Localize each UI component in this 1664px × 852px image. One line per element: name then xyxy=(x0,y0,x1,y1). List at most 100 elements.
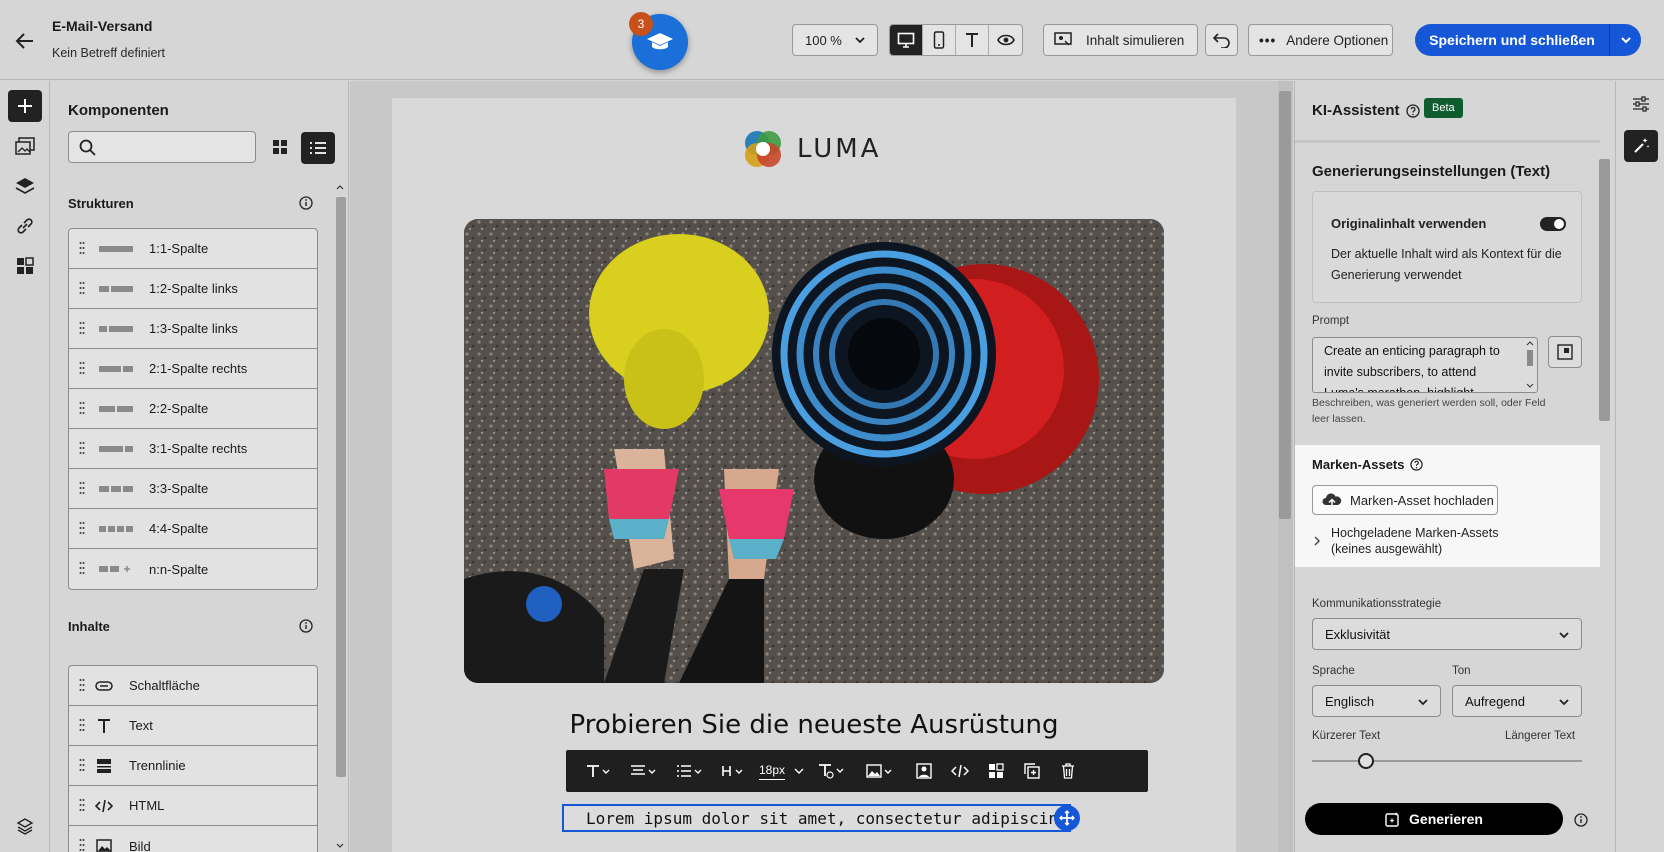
text-length-slider[interactable] xyxy=(1312,760,1582,762)
insert-image-button[interactable] xyxy=(856,750,906,792)
content-item-text[interactable]: Text xyxy=(69,706,317,746)
structure-item[interactable]: 3:1-Spalte rechts xyxy=(69,429,317,469)
prompt-scrollbar[interactable] xyxy=(1525,340,1535,390)
duplicate-button[interactable] xyxy=(1014,750,1050,792)
heading-button[interactable] xyxy=(714,750,754,792)
links-button[interactable] xyxy=(8,210,42,242)
zoom-select[interactable]: 100 % xyxy=(792,24,878,56)
save-close-button[interactable]: Speichern und schließen xyxy=(1415,24,1641,56)
assets-button[interactable] xyxy=(8,130,42,162)
list-format-button[interactable] xyxy=(668,750,714,792)
content-item-button[interactable]: Schaltfläche xyxy=(69,666,317,706)
canvas-scrollbar-thumb[interactable] xyxy=(1279,91,1291,519)
structure-label: 2:2-Spalte xyxy=(149,401,209,416)
text-view-button[interactable] xyxy=(956,25,989,55)
divider xyxy=(1295,140,1600,143)
drag-handle-icon[interactable] xyxy=(79,798,85,812)
back-arrow-icon[interactable] xyxy=(12,28,38,54)
font-size-select[interactable]: 18px xyxy=(754,750,810,792)
layers-button[interactable] xyxy=(8,170,42,202)
save-options-caret[interactable] xyxy=(1609,24,1641,56)
desktop-view-button[interactable] xyxy=(890,25,923,55)
drag-handle-icon[interactable] xyxy=(79,678,85,692)
structure-item[interactable]: 1:1-Spalte xyxy=(69,229,317,269)
fragment-button[interactable] xyxy=(978,750,1014,792)
structure-label: n:n-Spalte xyxy=(149,561,209,577)
drag-handle-icon[interactable] xyxy=(79,401,85,415)
column-3-1-icon xyxy=(99,446,133,452)
prompt-library-button[interactable] xyxy=(1548,336,1582,368)
drag-handle-icon[interactable] xyxy=(79,758,85,772)
info-icon[interactable] xyxy=(299,196,313,210)
save-close-label[interactable]: Speichern und schließen xyxy=(1415,24,1609,56)
content-item-html[interactable]: HTML xyxy=(69,786,317,826)
text-color-button[interactable] xyxy=(810,750,856,792)
contents-title: Inhalte xyxy=(68,619,110,634)
language-dropdown[interactable]: Englisch xyxy=(1312,685,1441,717)
drag-handle-icon[interactable] xyxy=(79,441,85,455)
help-icon[interactable] xyxy=(1405,103,1420,118)
ai-title-text: KI-Assistent xyxy=(1312,102,1400,119)
drag-handle-icon[interactable] xyxy=(79,561,85,575)
add-block-handle[interactable] xyxy=(1054,805,1080,831)
selected-text-block[interactable]: Lorem ipsum dolor sit amet, consectetur … xyxy=(562,804,1071,832)
drag-handle-icon[interactable] xyxy=(79,521,85,535)
drag-handle-icon[interactable] xyxy=(79,281,85,295)
uploaded-brand-assets[interactable]: Hochgeladene Marken-Assets (keines ausge… xyxy=(1312,525,1498,557)
content-item-image[interactable]: Bild xyxy=(69,826,317,852)
grid-view-toggle[interactable] xyxy=(265,132,295,162)
settings-button[interactable] xyxy=(1624,88,1658,120)
upload-brand-asset-button[interactable]: Marken-Asset hochladen xyxy=(1312,485,1498,515)
longer-text-label: Längerer Text xyxy=(1505,730,1576,742)
fragments-button[interactable] xyxy=(8,250,42,282)
drag-handle-icon[interactable] xyxy=(79,838,85,852)
structure-item[interactable]: n:n-Spalte xyxy=(69,549,317,589)
email-heading[interactable]: Probieren Sie die neueste Ausrüstung xyxy=(392,710,1236,740)
mobile-view-button[interactable] xyxy=(923,25,956,55)
undo-button[interactable] xyxy=(1205,24,1238,56)
drag-handle-icon[interactable] xyxy=(79,361,85,375)
info-icon[interactable] xyxy=(1574,813,1588,827)
text-style-button[interactable] xyxy=(578,750,622,792)
strategy-dropdown[interactable]: Exklusivität xyxy=(1312,618,1582,650)
drag-handle-icon[interactable] xyxy=(79,241,85,255)
content-item-divider[interactable]: Trennlinie xyxy=(69,746,317,786)
hero-image[interactable] xyxy=(464,219,1164,683)
components-search-input[interactable] xyxy=(68,131,256,163)
structure-item[interactable]: 2:2-Spalte xyxy=(69,389,317,429)
align-button[interactable] xyxy=(622,750,668,792)
structure-item[interactable]: 4:4-Spalte xyxy=(69,509,317,549)
drag-handle-icon[interactable] xyxy=(79,481,85,495)
structure-item[interactable]: 1:3-Spalte links xyxy=(69,309,317,349)
generate-button[interactable]: Generieren xyxy=(1305,803,1563,835)
source-code-button[interactable] xyxy=(942,750,978,792)
brand-assets-title-text: Marken-Assets xyxy=(1312,457,1405,472)
simulate-content-button[interactable]: Inhalt simulieren xyxy=(1043,24,1198,56)
personalization-button[interactable] xyxy=(906,750,942,792)
content-label: Trennlinie xyxy=(129,758,186,773)
ai-panel-scrollbar-thumb[interactable] xyxy=(1599,159,1610,421)
preview-button[interactable] xyxy=(989,25,1022,55)
delete-button[interactable] xyxy=(1050,750,1086,792)
original-content-toggle[interactable] xyxy=(1540,217,1566,231)
structure-item[interactable]: 2:1-Spalte rechts xyxy=(69,349,317,389)
structure-item[interactable]: 3:3-Spalte xyxy=(69,469,317,509)
add-components-button[interactable] xyxy=(8,90,42,122)
structure-item[interactable]: 1:2-Spalte links xyxy=(69,269,317,309)
more-options-button[interactable]: ••• Andere Optionen xyxy=(1248,24,1393,56)
drag-handle-icon[interactable] xyxy=(79,321,85,335)
components-scrollbar-thumb[interactable] xyxy=(336,197,346,777)
generation-settings-title: Generierungseinstellungen (Text) xyxy=(1312,163,1551,180)
view-mode-group xyxy=(889,24,1023,56)
column-2-2-icon xyxy=(99,406,133,412)
list-view-toggle[interactable] xyxy=(301,132,335,164)
prompt-textarea[interactable]: Create an enticing paragraph to invite s… xyxy=(1312,337,1538,393)
text-length-slider-thumb[interactable] xyxy=(1358,753,1374,769)
strategy-label: Kommunikationsstrategie xyxy=(1312,598,1442,610)
info-icon[interactable] xyxy=(299,619,313,633)
drag-handle-icon[interactable] xyxy=(79,718,85,732)
layer-settings-button[interactable] xyxy=(8,810,42,842)
ai-assistant-button[interactable] xyxy=(1624,130,1658,162)
tone-dropdown[interactable]: Aufregend xyxy=(1452,685,1582,717)
help-icon[interactable] xyxy=(1409,458,1423,471)
